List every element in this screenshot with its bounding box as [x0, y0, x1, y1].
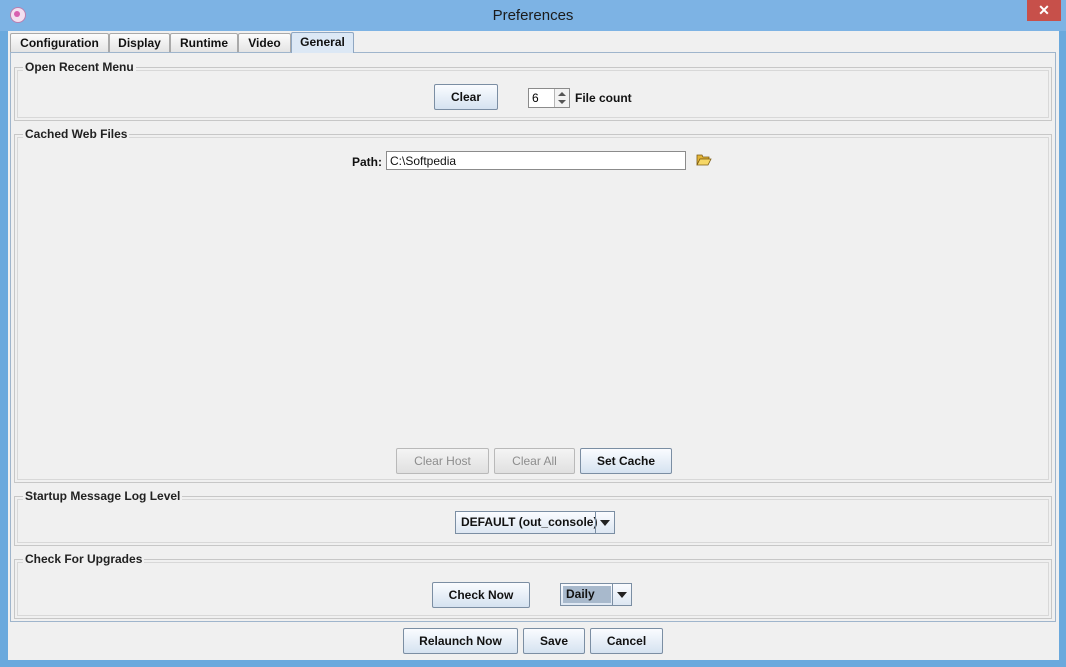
save-button[interactable]: Save: [523, 628, 585, 654]
set-cache-button[interactable]: Set Cache: [580, 448, 672, 474]
window-title: Preferences: [492, 7, 574, 24]
relaunch-now-button[interactable]: Relaunch Now: [403, 628, 518, 654]
spin-up-icon[interactable]: [558, 92, 566, 96]
spin-down-icon[interactable]: [558, 100, 566, 104]
cached-web-files-title: Cached Web Files: [23, 127, 130, 141]
upgrade-frequency-select[interactable]: Daily: [560, 583, 632, 606]
dialog-body: Configuration Display Runtime Video Open…: [8, 31, 1059, 660]
check-upgrades-group: Check For Upgrades Check Now Daily: [14, 552, 1052, 619]
folder-open-icon[interactable]: [696, 153, 712, 167]
tab-general[interactable]: General: [291, 32, 354, 53]
title-bar: Preferences ✕: [0, 0, 1066, 31]
close-button[interactable]: ✕: [1027, 0, 1061, 21]
clear-recent-button[interactable]: Clear: [434, 84, 498, 110]
file-count-value[interactable]: 6: [532, 91, 539, 105]
chevron-down-icon[interactable]: [612, 584, 631, 605]
tab-runtime[interactable]: Runtime: [170, 33, 238, 52]
cancel-button[interactable]: Cancel: [590, 628, 663, 654]
file-count-label: File count: [575, 91, 632, 105]
clear-all-button[interactable]: Clear All: [494, 448, 575, 474]
cached-web-files-group: Cached Web Files Path: C:\Softpedia Clea…: [14, 127, 1052, 483]
open-recent-menu-title: Open Recent Menu: [23, 60, 136, 74]
tab-configuration[interactable]: Configuration: [10, 33, 109, 52]
chevron-down-icon[interactable]: [595, 512, 614, 533]
file-count-spinner[interactable]: 6: [528, 88, 570, 108]
path-input[interactable]: C:\Softpedia: [386, 151, 686, 170]
check-now-button[interactable]: Check Now: [432, 582, 530, 608]
open-recent-menu-group: Open Recent Menu Clear 6 File count: [14, 60, 1052, 121]
spinner-arrows[interactable]: [554, 89, 569, 107]
path-label: Path:: [352, 155, 382, 169]
check-upgrades-title: Check For Upgrades: [23, 552, 145, 566]
clear-host-button[interactable]: Clear Host: [396, 448, 489, 474]
log-level-value[interactable]: DEFAULT (out_console): [458, 514, 600, 531]
log-level-select[interactable]: DEFAULT (out_console): [455, 511, 615, 534]
startup-log-level-title: Startup Message Log Level: [23, 489, 183, 503]
startup-log-level-group: Startup Message Log Level DEFAULT (out_c…: [14, 489, 1052, 546]
tab-video[interactable]: Video: [238, 33, 291, 52]
upgrade-frequency-value[interactable]: Daily: [563, 586, 611, 603]
tab-display[interactable]: Display: [109, 33, 170, 52]
general-tab-panel: Open Recent Menu Clear 6 File count Cach…: [10, 52, 1056, 622]
